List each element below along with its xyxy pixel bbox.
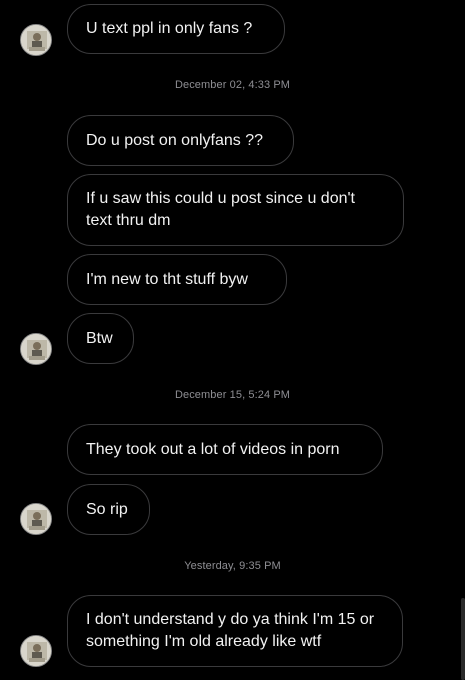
avatar-photo-icon [21, 334, 51, 364]
avatar-photo-icon [21, 25, 51, 55]
message-bubble[interactable]: Btw [67, 313, 134, 364]
timestamp: December 02, 4:33 PM [174, 79, 291, 91]
message-text: I don't understand y do ya think I'm 15 … [86, 611, 375, 650]
message-text: U text ppl in only fans ? [86, 20, 253, 37]
message-bubble[interactable]: U text ppl in only fans ? [67, 4, 285, 54]
message-bubble[interactable]: I'm new to tht stuff byw [67, 254, 287, 305]
message-bubble[interactable]: They took out a lot of videos in porn [67, 424, 383, 475]
message-text: I'm new to tht stuff byw [86, 270, 248, 288]
message-text: Do u post on onlyfans ?? [86, 131, 264, 149]
avatar[interactable] [20, 333, 52, 365]
message-bubble[interactable]: If u saw this could u post since u don't… [67, 174, 404, 246]
message-bubble[interactable]: I don't understand y do ya think I'm 15 … [67, 595, 403, 667]
message-bubble[interactable]: Do u post on onlyfans ?? [67, 115, 294, 166]
avatar[interactable] [20, 635, 52, 667]
message-text: Btw [86, 329, 113, 347]
avatar[interactable] [20, 503, 52, 535]
message-text: So rip [86, 500, 128, 518]
timestamp: December 15, 5:24 PM [174, 389, 291, 401]
avatar-photo-icon [21, 636, 51, 666]
avatar[interactable] [20, 24, 52, 56]
timestamp: Yesterday, 9:35 PM [184, 560, 281, 572]
message-text: If u saw this could u post since u don't… [86, 190, 355, 229]
message-bubble[interactable]: So rip [67, 484, 150, 535]
avatar-photo-icon [21, 504, 51, 534]
message-text: They took out a lot of videos in porn [86, 440, 340, 458]
scrollbar[interactable] [461, 598, 465, 680]
